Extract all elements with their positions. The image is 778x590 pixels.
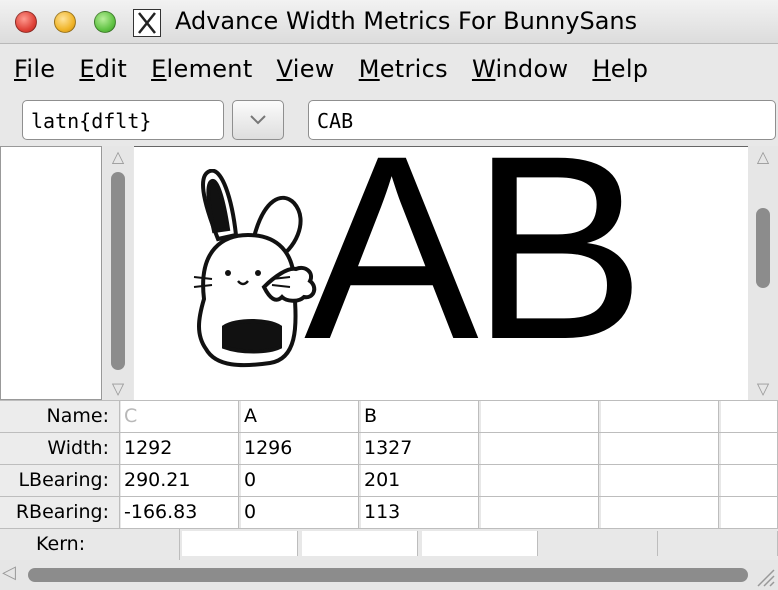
name-cell-a[interactable]: A xyxy=(241,401,359,432)
menu-edit[interactable]: Edit xyxy=(79,55,127,83)
rbearing-cell-empty[interactable] xyxy=(481,497,599,528)
name-cell-c[interactable]: C xyxy=(121,401,239,432)
lbearing-cell-empty[interactable] xyxy=(601,465,719,496)
scroll-thumb[interactable] xyxy=(28,568,748,582)
lbearing-cell-empty[interactable] xyxy=(481,465,599,496)
width-cell-a[interactable]: 1296 xyxy=(241,433,359,464)
scroll-thumb[interactable] xyxy=(111,172,125,370)
name-cell-empty[interactable] xyxy=(721,401,778,432)
minimize-button[interactable] xyxy=(54,11,76,33)
width-cell-c[interactable]: 1292 xyxy=(121,433,239,464)
rbearing-cell-a[interactable]: 0 xyxy=(241,497,359,528)
preview-glyphs: AB xyxy=(304,146,646,394)
menu-metrics[interactable]: Metrics xyxy=(359,55,448,83)
lbearing-cell-c[interactable]: 290.21 xyxy=(121,465,239,496)
menu-element[interactable]: Element xyxy=(151,55,252,83)
window-title: Advance Width Metrics For BunnySans xyxy=(175,7,638,35)
resize-grip-icon[interactable] xyxy=(754,566,776,588)
kern-cell[interactable] xyxy=(182,531,298,556)
lbearing-cell-empty[interactable] xyxy=(721,465,778,496)
width-row: Width: 1292 1296 1327 xyxy=(0,432,778,464)
kern-label: Kern: xyxy=(0,529,180,560)
width-label: Width: xyxy=(0,433,120,464)
menu-window[interactable]: Window xyxy=(472,55,568,83)
lbearing-cell-b[interactable]: 201 xyxy=(361,465,479,496)
lbearing-cell-a[interactable]: 0 xyxy=(241,465,359,496)
rbearing-cell-c[interactable]: -166.83 xyxy=(121,497,239,528)
scroll-thumb[interactable] xyxy=(756,208,770,288)
lbearing-label: LBearing: xyxy=(0,465,120,496)
menu-help[interactable]: Help xyxy=(592,55,648,83)
arrow-down-icon[interactable]: ▽ xyxy=(103,378,133,400)
kern-cell[interactable] xyxy=(662,531,778,556)
name-cell-b[interactable]: B xyxy=(361,401,479,432)
width-cell-empty[interactable] xyxy=(721,433,778,464)
chevron-down-icon xyxy=(250,115,266,125)
menu-view[interactable]: View xyxy=(277,55,335,83)
rbearing-cell-b[interactable]: 113 xyxy=(361,497,479,528)
arrow-up-icon[interactable]: △ xyxy=(103,146,133,168)
kern-cell[interactable] xyxy=(302,531,418,556)
rbearing-cell-empty[interactable] xyxy=(601,497,719,528)
lbearing-row: LBearing: 290.21 0 201 xyxy=(0,464,778,496)
x-app-icon xyxy=(133,9,161,37)
rbearing-label: RBearing: xyxy=(0,497,120,528)
glyph-list-panel[interactable] xyxy=(0,146,102,400)
arrow-left-icon[interactable]: ◁ xyxy=(2,562,16,583)
arrow-up-icon[interactable]: △ xyxy=(748,146,778,168)
width-cell-empty[interactable] xyxy=(601,433,719,464)
menu-bar: File Edit Element View Metrics Window He… xyxy=(0,45,778,93)
kern-row: Kern: xyxy=(0,528,778,560)
width-cell-b[interactable]: 1327 xyxy=(361,433,479,464)
glyph-preview-canvas[interactable]: AB xyxy=(134,146,748,400)
kern-cell[interactable] xyxy=(422,531,538,556)
maximize-button[interactable] xyxy=(94,11,116,33)
menu-file[interactable]: File xyxy=(14,55,55,83)
name-row: Name: C A B xyxy=(0,400,778,432)
arrow-down-icon[interactable]: ▽ xyxy=(748,378,778,400)
horizontal-scrollbar[interactable]: ◁ xyxy=(0,560,778,590)
kern-cell[interactable] xyxy=(542,531,658,556)
rbearing-row: RBearing: -166.83 0 113 xyxy=(0,496,778,528)
glyph-text-input[interactable]: CAB xyxy=(308,100,776,140)
name-cell-empty[interactable] xyxy=(601,401,719,432)
right-vertical-scrollbar[interactable]: △ ▽ xyxy=(748,146,778,400)
left-vertical-scrollbar[interactable]: △ ▽ xyxy=(103,146,133,400)
title-bar: Advance Width Metrics For BunnySans xyxy=(0,0,778,44)
rbearing-cell-empty[interactable] xyxy=(721,497,778,528)
close-button[interactable] xyxy=(15,11,37,33)
script-dropdown-button[interactable] xyxy=(232,100,284,140)
name-label: Name: xyxy=(0,401,120,432)
name-cell-empty[interactable] xyxy=(481,401,599,432)
script-language-field[interactable]: latn{dflt} xyxy=(22,100,224,140)
width-cell-empty[interactable] xyxy=(481,433,599,464)
